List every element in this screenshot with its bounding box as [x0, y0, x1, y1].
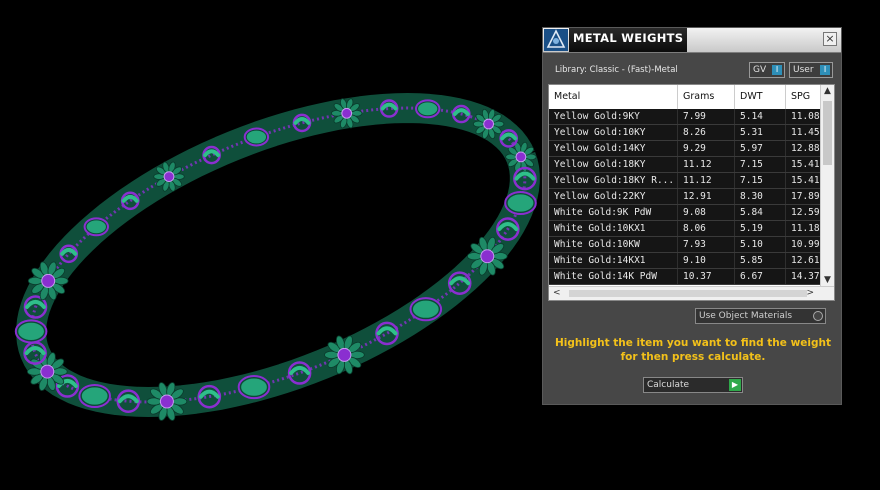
grams-cell: 11.12 [678, 173, 735, 188]
table-row[interactable]: White Gold:9K PdW 9.08 5.84 12.59 [549, 205, 821, 221]
gv-toggle-label: GV [753, 65, 767, 75]
dwt-cell: 8.30 [735, 189, 786, 204]
dwt-cell: 5.84 [735, 205, 786, 220]
table-row[interactable]: White Gold:14K PdW 10.37 6.67 14.37 [549, 269, 821, 285]
grams-cell: 7.99 [678, 109, 735, 124]
metal-cell: Yellow Gold:22KY [549, 189, 678, 204]
grams-cell: 9.10 [678, 253, 735, 268]
spg-cell: 11.08 [786, 109, 821, 124]
window-title: METAL WEIGHTS [573, 31, 684, 45]
column-header-dwt[interactable]: DWT [735, 85, 786, 109]
dwt-cell: 5.31 [735, 125, 786, 140]
column-header-spg[interactable]: SPG [786, 85, 821, 109]
close-button[interactable]: × [823, 32, 837, 46]
spg-cell: 11.18 [786, 221, 821, 236]
spg-cell: 15.41 [786, 157, 821, 172]
metal-cell: White Gold:10KX1 [549, 221, 678, 236]
title-bar[interactable]: METAL WEIGHTS × [543, 28, 841, 53]
grams-cell: 7.93 [678, 237, 735, 252]
metal-cell: Yellow Gold:18KY [549, 157, 678, 172]
metal-cell: White Gold:14KX1 [549, 253, 678, 268]
grams-cell: 11.12 [678, 157, 735, 172]
instructions-text: Highlight the item you want to find the … [555, 337, 831, 363]
horizontal-scroll-thumb[interactable] [569, 290, 807, 297]
spg-cell: 12.88 [786, 141, 821, 156]
table-row[interactable]: Yellow Gold:14KY 9.29 5.97 12.88 [549, 141, 821, 157]
spg-cell: 14.37 [786, 269, 821, 284]
table-row[interactable]: Yellow Gold:9KY 7.99 5.14 11.08 [549, 109, 821, 125]
use-object-materials-option[interactable]: Use Object Materials [695, 308, 826, 324]
spg-cell: 12.59 [786, 205, 821, 220]
library-label: Library: Classic - (Fast)-Metal [555, 65, 678, 75]
table-row[interactable]: Yellow Gold:18KY 11.12 7.15 15.41 [549, 157, 821, 173]
grams-cell: 8.06 [678, 221, 735, 236]
column-header-metal[interactable]: Metal [549, 85, 678, 109]
metal-weights-panel: METAL WEIGHTS × Library: Classic - (Fast… [542, 27, 842, 405]
metal-cell: White Gold:10KW [549, 237, 678, 252]
user-toggle-label: User [793, 65, 814, 75]
dwt-cell: 5.85 [735, 253, 786, 268]
spg-cell: 12.61 [786, 253, 821, 268]
table-row[interactable]: Yellow Gold:10KY 8.26 5.31 11.45 [549, 125, 821, 141]
calculate-button[interactable]: Calculate ▶ [643, 377, 743, 393]
vertical-scrollbar[interactable]: ▲ ▼ [820, 85, 834, 286]
metal-cell: White Gold:9K PdW [549, 205, 678, 220]
table-row[interactable]: White Gold:10KX1 8.06 5.19 11.18 [549, 221, 821, 237]
dwt-cell: 5.97 [735, 141, 786, 156]
metal-table[interactable]: Metal Grams DWT SPG Yellow Gold:9KY 7.99 5… [548, 84, 835, 301]
column-header-grams[interactable]: Grams [678, 85, 735, 109]
close-icon: × [825, 32, 835, 45]
metal-cell: Yellow Gold:18KY R... [549, 173, 678, 188]
grams-cell: 9.08 [678, 205, 735, 220]
play-icon[interactable]: ▶ [729, 379, 741, 391]
toggle-knob-icon: I [820, 65, 830, 75]
table-row[interactable]: White Gold:14KX1 9.10 5.85 12.61 [549, 253, 821, 269]
scroll-down-icon[interactable]: ▼ [824, 275, 831, 285]
table-row[interactable]: Yellow Gold:18KY R... 11.12 7.15 15.41 [549, 173, 821, 189]
app-logo-icon [544, 29, 568, 51]
grams-cell: 10.37 [678, 269, 735, 284]
table-body: Yellow Gold:9KY 7.99 5.14 11.08 Yellow Gold:… [549, 109, 821, 285]
table-header: Metal Grams DWT SPG [549, 85, 821, 110]
dwt-cell: 7.15 [735, 157, 786, 172]
gv-toggle[interactable]: GV I [749, 62, 785, 78]
dwt-cell: 5.19 [735, 221, 786, 236]
metal-cell: Yellow Gold:10KY [549, 125, 678, 140]
user-toggle[interactable]: User I [789, 62, 833, 78]
grams-cell: 8.26 [678, 125, 735, 140]
dwt-cell: 5.14 [735, 109, 786, 124]
vertical-scroll-thumb[interactable] [823, 101, 832, 165]
spg-cell: 15.41 [786, 173, 821, 188]
scroll-right-icon[interactable]: > [806, 288, 814, 298]
table-row[interactable]: White Gold:10KW 7.93 5.10 10.99 [549, 237, 821, 253]
dwt-cell: 5.10 [735, 237, 786, 252]
horizontal-scrollbar[interactable]: < > [549, 286, 834, 300]
scroll-left-icon[interactable]: < [553, 288, 561, 298]
grams-cell: 9.29 [678, 141, 735, 156]
metal-cell: White Gold:14K PdW [549, 269, 678, 284]
dwt-cell: 6.67 [735, 269, 786, 284]
spg-cell: 11.45 [786, 125, 821, 140]
metal-cell: Yellow Gold:9KY [549, 109, 678, 124]
dwt-cell: 7.15 [735, 173, 786, 188]
calculate-label: Calculate [647, 380, 690, 390]
grams-cell: 12.91 [678, 189, 735, 204]
spg-cell: 10.99 [786, 237, 821, 252]
metal-cell: Yellow Gold:14KY [549, 141, 678, 156]
spg-cell: 17.89 [786, 189, 821, 204]
use-object-materials-label: Use Object Materials [699, 311, 793, 321]
table-row[interactable]: Yellow Gold:22KY 12.91 8.30 17.89 [549, 189, 821, 205]
scroll-up-icon[interactable]: ▲ [824, 86, 831, 96]
toggle-knob-icon: I [772, 65, 782, 75]
radio-icon[interactable] [813, 311, 823, 321]
